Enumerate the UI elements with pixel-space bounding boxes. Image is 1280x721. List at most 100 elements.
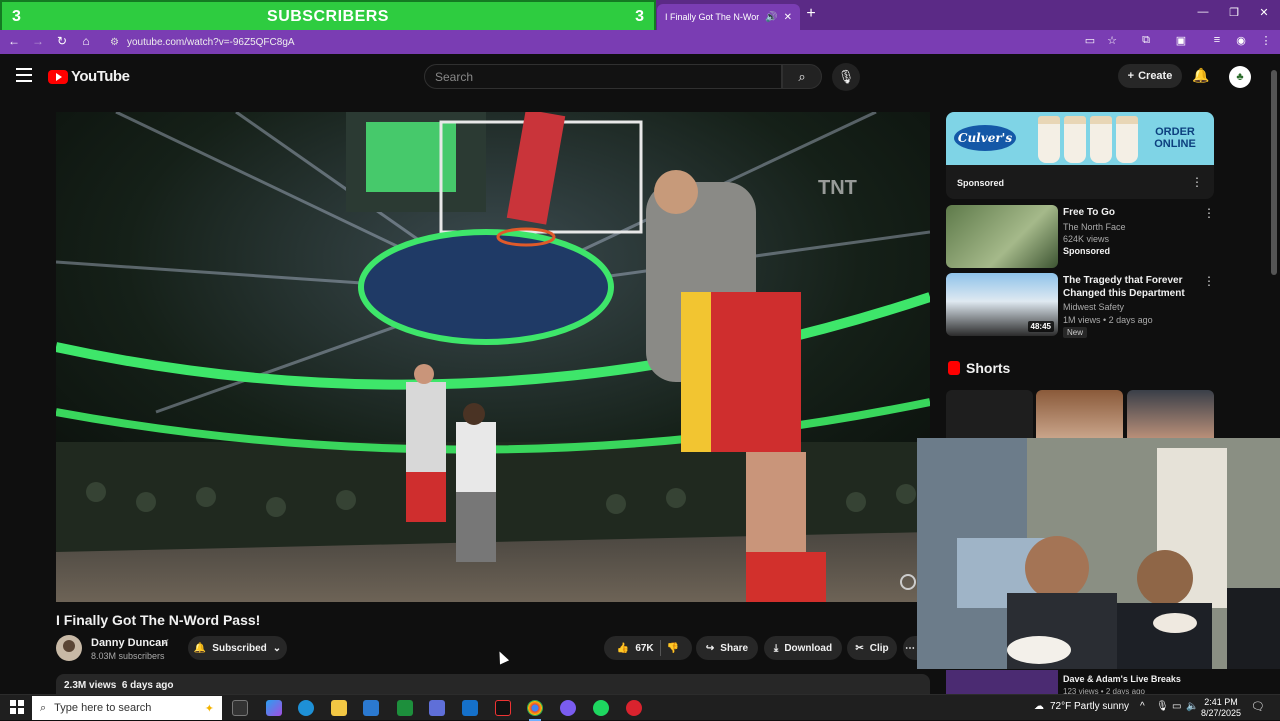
chrome-icon[interactable] bbox=[527, 700, 543, 721]
account-avatar[interactable]: ♣ bbox=[1229, 66, 1251, 88]
spotify-icon[interactable] bbox=[593, 700, 609, 716]
notifications-bell-icon[interactable]: 🔔 bbox=[1192, 67, 1210, 84]
recommendation-thumbnail[interactable] bbox=[946, 670, 1058, 694]
chevron-down-icon: ⌄ bbox=[272, 642, 282, 654]
restore-icon[interactable]: ❐ bbox=[1227, 6, 1241, 19]
recommendation-title[interactable]: Free To Go bbox=[1063, 206, 1193, 219]
verified-check-icon: ✔ bbox=[162, 637, 170, 647]
recommendation-thumbnail[interactable] bbox=[946, 205, 1058, 268]
search-button[interactable]: ⌕ bbox=[782, 64, 822, 89]
share-button[interactable]: ↪ Share bbox=[696, 636, 758, 660]
video-duration: 48:45 bbox=[1027, 321, 1054, 332]
streamer-webcam-overlay bbox=[917, 438, 1280, 669]
voice-search-button[interactable]: 🎙 bbox=[832, 63, 860, 91]
tray-chevron-icon[interactable]: ^ bbox=[1140, 701, 1145, 712]
more-actions-button[interactable]: ⋯ bbox=[903, 636, 917, 660]
edge-icon[interactable] bbox=[298, 700, 314, 716]
recommendation-title[interactable]: Dave & Adam's Live Breaks bbox=[1063, 674, 1181, 684]
microphone-tray-icon[interactable]: 🎙 bbox=[1156, 701, 1169, 712]
short-thumbnail[interactable] bbox=[1036, 390, 1123, 438]
bookmark-star-icon[interactable]: ☆ bbox=[1104, 34, 1120, 47]
volume-icon[interactable]: 🔈 bbox=[1186, 701, 1198, 712]
outlook-icon[interactable] bbox=[462, 700, 478, 716]
recommendation-menu-icon[interactable]: ⋮ bbox=[1203, 274, 1215, 288]
ad-product-cup bbox=[1116, 116, 1138, 163]
streaming-app-icon[interactable] bbox=[626, 700, 642, 716]
store-icon[interactable] bbox=[363, 700, 379, 716]
task-view-icon[interactable] bbox=[232, 700, 248, 716]
create-button[interactable]: + Create bbox=[1118, 64, 1182, 88]
channel-name[interactable]: Danny Duncan bbox=[91, 637, 168, 649]
back-icon[interactable]: ← bbox=[6, 33, 22, 49]
forward-icon[interactable]: → bbox=[30, 33, 46, 49]
windows-start-icon[interactable] bbox=[10, 700, 24, 714]
file-explorer-icon[interactable] bbox=[331, 700, 347, 716]
subscribed-label: Subscribed bbox=[212, 642, 267, 654]
recommendation-partial[interactable]: Dave & Adam's Live Breaks 123 views • 2 … bbox=[946, 670, 1280, 696]
recommendation-menu-icon[interactable]: ⋮ bbox=[1203, 206, 1215, 220]
network-icon[interactable]: ▭ bbox=[1172, 701, 1181, 712]
extensions-icon[interactable]: ⧉ bbox=[1138, 34, 1154, 47]
ad-cta-line1: ORDER bbox=[1155, 126, 1195, 138]
reload-icon[interactable]: ↻ bbox=[54, 33, 70, 49]
subscriber-count: 8.03M subscribers bbox=[91, 651, 165, 661]
window-close-icon[interactable]: ✕ bbox=[1257, 6, 1271, 19]
like-dislike-group: 👍 67K 👎 bbox=[604, 636, 692, 660]
hamburger-menu-icon[interactable] bbox=[16, 68, 32, 82]
tiktok-icon[interactable] bbox=[495, 700, 511, 716]
create-label: Create bbox=[1138, 70, 1173, 82]
teams-icon[interactable] bbox=[429, 700, 445, 716]
shorts-icon bbox=[948, 361, 960, 375]
site-info-icon[interactable]: ⚙ bbox=[110, 37, 119, 48]
weather-widget[interactable]: ☁ 72°F Partly sunny bbox=[1034, 701, 1129, 712]
recommendation-sponsored-label: Sponsored bbox=[1063, 246, 1111, 256]
tab-title: I Finally Got The N-Word Pa bbox=[665, 12, 760, 22]
system-clock[interactable]: 2:41 PM 8/27/2025 bbox=[1201, 697, 1241, 719]
tab-close-icon[interactable]: ✕ bbox=[784, 12, 792, 23]
ad-product-cup bbox=[1064, 116, 1086, 163]
short-thumbnail[interactable] bbox=[946, 390, 1033, 438]
new-tab-button[interactable]: + bbox=[803, 5, 819, 23]
ad-more-menu-icon[interactable]: ⋮ bbox=[1191, 175, 1203, 189]
youtube-play-icon bbox=[48, 69, 68, 84]
audio-playing-icon[interactable]: 🔊 bbox=[765, 12, 777, 23]
taskbar-search-placeholder: Type here to search bbox=[54, 702, 152, 714]
search-input[interactable]: Search bbox=[424, 64, 782, 89]
recommendation-thumbnail[interactable]: 48:45 bbox=[946, 273, 1058, 336]
browser-tab-active[interactable]: I Finally Got The N-Word Pa 🔊 ✕ bbox=[657, 4, 800, 30]
taskbar-search-input[interactable]: ⌕ Type here to search ✦ bbox=[32, 696, 222, 720]
cast-icon[interactable]: ▭ bbox=[1082, 34, 1098, 47]
youtube-wordmark: YouTube bbox=[71, 68, 130, 85]
like-count[interactable]: 67K bbox=[635, 643, 653, 654]
youtube-logo[interactable]: YouTube bbox=[48, 68, 130, 85]
dislike-icon[interactable]: 👎 bbox=[667, 643, 679, 654]
video-frame: TNT bbox=[56, 112, 930, 602]
clip-button[interactable]: ✂ Clip bbox=[847, 636, 897, 660]
bell-icon: 🔔 bbox=[193, 642, 207, 654]
sidebar-icon[interactable]: ▣ bbox=[1173, 34, 1189, 47]
xbox-icon[interactable] bbox=[397, 700, 413, 716]
url-field[interactable]: ⚙ youtube.com/watch?v=-96Z5QFC8gA bbox=[104, 32, 1054, 52]
description-box[interactable] bbox=[56, 674, 930, 694]
recommendation-title[interactable]: The Tragedy that Forever Changed this De… bbox=[1063, 274, 1193, 300]
discord-icon[interactable] bbox=[560, 700, 576, 716]
download-button[interactable]: ⤓ Download bbox=[764, 636, 842, 660]
page-scrollbar[interactable] bbox=[1271, 70, 1277, 275]
subscribed-button[interactable]: 🔔 Subscribed ⌄ bbox=[188, 636, 287, 660]
channel-avatar[interactable] bbox=[56, 635, 82, 661]
tab-search-icon[interactable]: ≡ bbox=[1209, 34, 1225, 46]
search-highlight-icon: ✦ bbox=[204, 702, 214, 715]
copilot-icon[interactable] bbox=[266, 700, 282, 716]
browser-menu-icon[interactable]: ⋮ bbox=[1258, 34, 1274, 47]
video-player[interactable]: TNT bbox=[56, 112, 930, 602]
notification-center-icon[interactable]: 🗨 bbox=[1251, 700, 1265, 713]
download-label: Download bbox=[784, 642, 833, 654]
minimize-icon[interactable]: — bbox=[1196, 6, 1210, 18]
short-thumbnail[interactable] bbox=[1127, 390, 1214, 438]
plus-icon: + bbox=[1127, 70, 1135, 82]
like-icon[interactable]: 👍 bbox=[617, 643, 629, 654]
ad-cta-line2: ONLINE bbox=[1154, 138, 1196, 150]
home-icon[interactable]: ⌂ bbox=[78, 33, 94, 49]
ad-cta-text[interactable]: ORDER ONLINE bbox=[1148, 126, 1202, 154]
profile-icon[interactable]: ◉ bbox=[1233, 34, 1249, 47]
